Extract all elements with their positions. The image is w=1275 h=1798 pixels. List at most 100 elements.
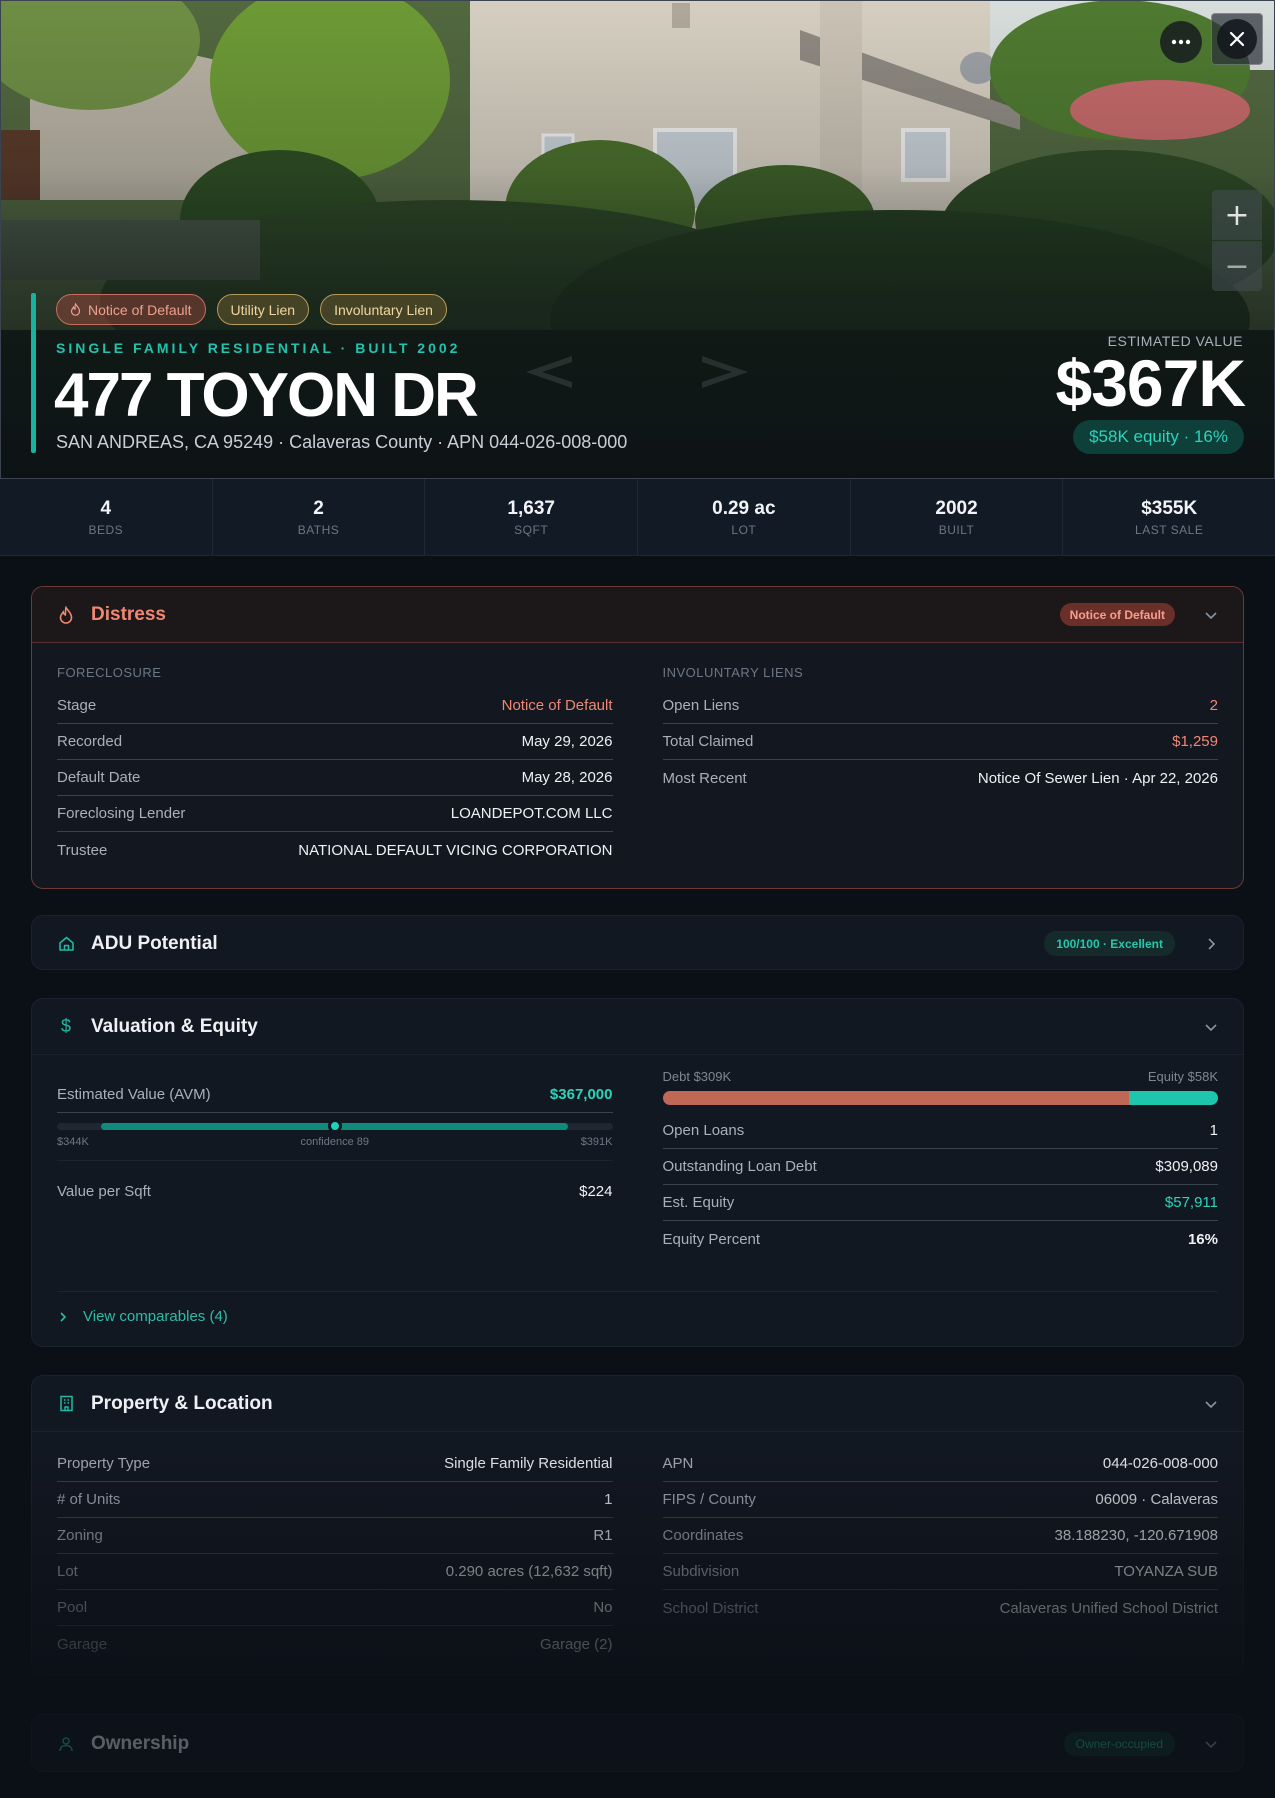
user-icon (57, 1735, 75, 1753)
property-address: 477 TOYON DR (54, 361, 479, 430)
table-row: Stage Notice of Default (57, 688, 613, 724)
property-sub-address: SAN ANDREAS, CA 95249 · Calaveras County… (56, 432, 628, 452)
section-label: FORECLOSURE (57, 665, 162, 680)
table-row: Pool No (57, 1590, 613, 1626)
table-row: Default Date May 28, 2026 (57, 760, 613, 796)
tag-notice-of-default[interactable]: Notice of Default (56, 294, 206, 325)
property-title: Property & Location (91, 1392, 273, 1414)
chevron-right-icon[interactable] (692, 350, 762, 394)
property-location-card: Property & Location Property Type Single … (31, 1375, 1244, 1675)
table-row: Garage Garage (2) (57, 1635, 613, 1653)
foreclosure-section: FORECLOSURE Stage Notice of Default Recor… (57, 665, 613, 868)
avm-range-bar (57, 1119, 613, 1133)
avm-row: Estimated Value (AVM) $367,000 (57, 1077, 613, 1113)
more-options-button[interactable] (1160, 21, 1202, 63)
chevron-down-icon[interactable] (1203, 607, 1219, 623)
table-row: Zoning R1 (57, 1518, 613, 1554)
zoom-in-icon: + (1224, 197, 1250, 233)
hero-accent-bar (31, 293, 36, 453)
table-row: Est. Equity $57,911 (662, 1185, 1218, 1221)
key-stats-bar: 4 BEDS 2 BATHS 1,637 SQFT 0.29 ac LOT 2002 BU… (0, 479, 1275, 556)
more-icon (1171, 39, 1191, 45)
distress-tags: Notice of Default Utility Lien Involunta… (56, 294, 447, 325)
section-label: INVOLUNTARY LIENS (662, 665, 804, 680)
adu-title: ADU Potential (91, 932, 218, 954)
table-row: FIPS / County 06009 · Calaveras (662, 1482, 1218, 1518)
table-row: School District Calaveras Unified School … (662, 1599, 1219, 1617)
debt-equity-section: Debt $309K Equity $58K Open Loans 1 Outst… (662, 1069, 1219, 1257)
view-comparables-link[interactable]: View comparables (4) (57, 1291, 1218, 1325)
ownership-card[interactable]: Ownership Owner-occupied (31, 1714, 1244, 1772)
confidence-label: confidence 89 (300, 1136, 370, 1148)
avm-point-marker (327, 1119, 342, 1133)
table-row: Total Claimed $1,259 (662, 724, 1218, 760)
estimated-value: $367K (1055, 346, 1246, 420)
debt-equity-labels: Debt $309K Equity $58K (663, 1069, 1219, 1091)
zoom-out-icon: − (1224, 248, 1250, 284)
stat-beds: 4 BEDS (0, 479, 213, 555)
chevron-down-icon[interactable] (1203, 1396, 1219, 1412)
involuntary-liens-section: INVOLUNTARY LIENS Open Liens 2 Total Clai… (662, 665, 1219, 868)
property-details-right: APN 044-026-008-000 FIPS / County 06009 · … (662, 1446, 1219, 1662)
close-button[interactable] (1211, 13, 1263, 65)
stat-sqft: 1,637 SQFT (425, 479, 639, 555)
avm-range-labels: $344K confidence 89 $391K (57, 1136, 613, 1148)
table-row: Foreclosing Lender LOANDEPOT.COM LLC (57, 796, 613, 832)
building-icon (57, 1395, 75, 1413)
hero-photo-panel: + − Notice of Default Utility Lien Invol… (0, 0, 1275, 479)
debt-label: Debt $309K (662, 1069, 732, 1084)
chevron-down-icon[interactable] (1203, 1019, 1219, 1035)
valuation-equity-card: $ Valuation & Equity Estimated Value (AV… (31, 998, 1244, 1347)
distress-status-badge: Notice of Default (1059, 603, 1175, 626)
table-row: Trustee NATIONAL DEFAULT VICING CORPORATI… (57, 841, 613, 859)
table-row: Open Loans 1 (662, 1113, 1218, 1149)
equity-label: Equity $58K (1147, 1069, 1218, 1084)
stat-last-sale: $355K LAST SALE (1135, 497, 1204, 537)
table-row: Outstanding Loan Debt $309,089 (662, 1149, 1218, 1185)
avm-section: Estimated Value (AVM) $367,000 $344K con… (57, 1077, 613, 1257)
equity-pill: $58K equity · 16% (1073, 420, 1244, 454)
ownership-badge: Owner-occupied (1063, 1732, 1175, 1756)
range-high: $391K (580, 1136, 613, 1148)
adu-potential-card[interactable]: ADU Potential 100/100 · Excellent (31, 915, 1244, 970)
table-row: Subdivision TOYANZA SUB (662, 1554, 1218, 1590)
chevron-right-icon (60, 1311, 67, 1322)
table-row: Coordinates 38.188230, -120.671908 (662, 1518, 1218, 1554)
distress-card: Distress Notice of Default FORECLOSURE S… (31, 586, 1244, 889)
tag-involuntary-lien[interactable]: Involuntary Lien (320, 294, 447, 325)
equity-segment (1129, 1091, 1218, 1105)
zoom-in-button[interactable]: + (1212, 190, 1262, 240)
ownership-title: Ownership (91, 1733, 190, 1754)
property-header[interactable]: Property & Location (32, 1376, 1243, 1432)
table-row: Property Type Single Family Residential (57, 1446, 613, 1482)
distress-title: Distress (91, 603, 166, 625)
range-low: $344K (57, 1136, 89, 1148)
table-row: Recorded May 29, 2026 (57, 724, 613, 760)
property-type-line: SINGLE FAMILY RESIDENTIAL · BUILT 2002 (56, 340, 461, 356)
close-icon (1229, 31, 1245, 47)
table-row: Open Liens 2 (662, 688, 1218, 724)
flame-icon (57, 605, 75, 624)
zoom-out-button[interactable]: − (1212, 241, 1262, 291)
stat-lot: 0.29 ac LOT (638, 479, 851, 555)
valuation-header[interactable]: $ Valuation & Equity (32, 999, 1243, 1055)
stat-built: 2002 BUILT (851, 479, 1064, 555)
table-row: Equity Percent 16% (662, 1230, 1219, 1248)
adu-score-badge: 100/100 · Excellent (1044, 931, 1175, 956)
chevron-right-icon[interactable] (1203, 936, 1219, 952)
debt-equity-bar (662, 1091, 1218, 1105)
adu-header[interactable]: ADU Potential 100/100 · Excellent (32, 916, 1243, 969)
tag-utility-lien[interactable]: Utility Lien (216, 294, 310, 325)
table-row: # of Units 1 (57, 1482, 613, 1518)
valuation-title: Valuation & Equity (91, 1015, 258, 1037)
debt-segment (662, 1091, 1130, 1105)
dollar-icon: $ (60, 1016, 71, 1036)
table-row: Most Recent Notice Of Sewer Lien · Apr 22… (662, 769, 1219, 787)
chevron-left-icon[interactable] (512, 350, 582, 394)
ownership-header[interactable]: Ownership Owner-occupied (32, 1715, 1243, 1771)
distress-header[interactable]: Distress Notice of Default (32, 587, 1243, 643)
chevron-down-icon[interactable] (1203, 1736, 1219, 1752)
table-row: APN 044-026-008-000 (662, 1446, 1218, 1482)
flame-icon (70, 303, 81, 316)
value-per-sqft-row: Value per Sqft $224 (57, 1182, 613, 1200)
